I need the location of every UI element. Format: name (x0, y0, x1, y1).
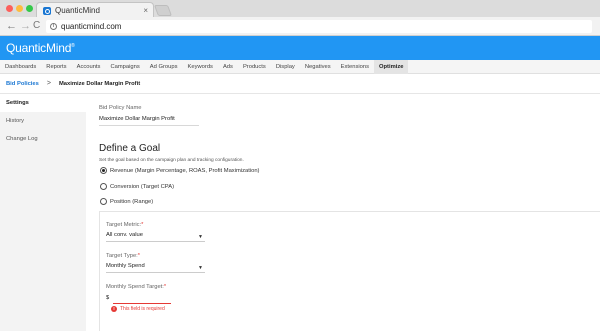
quanticmind-favicon-icon (43, 6, 51, 15)
nav-accounts[interactable]: Accounts (72, 60, 106, 74)
radio-unchecked-icon[interactable] (100, 183, 107, 190)
policy-form: Bid Policy Name Maximize Dollar Margin P… (86, 94, 600, 331)
error-icon: ! (111, 306, 117, 312)
required-asterisk: * (141, 222, 144, 228)
browser-tab[interactable]: QuanticMind × (36, 2, 154, 18)
monthly-spend-label: Monthly Spend Target:* (106, 284, 167, 290)
currency-prefix: $ (106, 295, 110, 301)
monthly-spend-input[interactable] (113, 303, 171, 304)
goal-option-revenue[interactable]: Revenue (Margin Percentage, ROAS, Profit… (100, 167, 260, 174)
sidebar-item-change-log[interactable]: Change Log (0, 130, 86, 148)
required-asterisk: * (163, 284, 167, 290)
nav-display[interactable]: Display (271, 60, 300, 74)
nav-products[interactable]: Products (238, 60, 271, 74)
url-text[interactable]: quanticmind.com (61, 22, 121, 31)
goal-option-conversion[interactable]: Conversion (Target CPA) (100, 183, 174, 190)
radio-unchecked-icon[interactable] (100, 198, 107, 205)
nav-ad-groups[interactable]: Ad Groups (145, 60, 183, 74)
goal-settings-panel: Target Metric:* All conv. value ▼ Target… (99, 211, 600, 331)
radio-checked-icon[interactable] (100, 167, 107, 174)
target-metric-label: Target Metric:* (106, 222, 144, 228)
define-goal-heading: Define a Goal (99, 143, 161, 154)
browser-titlebar: QuanticMind × (0, 0, 600, 18)
target-type-value: Monthly Spend (106, 263, 145, 269)
breadcrumb-current: Maximize Dollar Margin Profit (58, 80, 141, 87)
tab-close-icon[interactable]: × (143, 6, 148, 15)
nav-reports[interactable]: Reports (41, 60, 71, 74)
nav-dashboards[interactable]: Dashboards (0, 60, 41, 74)
policy-name-input[interactable]: Maximize Dollar Margin Profit (99, 116, 175, 122)
dropdown-arrow-icon: ▼ (198, 265, 203, 271)
sidebar-item-settings[interactable]: Settings (0, 94, 86, 112)
nav-campaigns[interactable]: Campaigns (105, 60, 144, 74)
forward-arrow-icon[interactable]: → (20, 20, 31, 32)
reload-icon[interactable]: C (33, 20, 40, 32)
logo-trademark: ® (71, 43, 75, 49)
sidebar-item-history[interactable]: History (0, 112, 86, 130)
policy-name-label: Bid Policy Name (99, 105, 142, 111)
breadcrumb-bid-policies-link[interactable]: Bid Policies (6, 81, 39, 87)
nav-keywords[interactable]: Keywords (182, 60, 217, 74)
main-nav: Dashboards Reports Accounts Campaigns Ad… (0, 60, 600, 74)
target-type-select[interactable]: Monthly Spend ▼ (106, 263, 205, 273)
nav-optimize[interactable]: Optimize (373, 60, 409, 74)
required-asterisk: * (137, 253, 141, 259)
goal-option-label: Conversion (Target CPA) (110, 183, 175, 190)
goal-option-label: Position (Range) (110, 198, 154, 205)
goal-option-position[interactable]: Position (Range) (100, 198, 153, 205)
policy-name-underline (99, 125, 199, 126)
goal-option-label: Revenue (Margin Percentage, ROAS, Profit… (110, 167, 260, 174)
monthly-spend-error: ! This field is required (111, 306, 165, 312)
breadcrumb-separator-icon: > (46, 80, 51, 87)
target-metric-value: All conv. value (106, 232, 143, 238)
quanticmind-logo[interactable]: QuanticMind® (6, 41, 75, 55)
define-goal-description: Set the goal based on the campaign plan … (99, 158, 244, 163)
close-window-icon[interactable] (6, 5, 13, 12)
address-bar[interactable]: i quanticmind.com (46, 20, 592, 33)
sidebar: Settings History Change Log (0, 94, 86, 331)
back-arrow-icon[interactable]: ← (6, 20, 17, 32)
logo-text: QuanticMind (6, 41, 72, 55)
maximize-window-icon[interactable] (26, 5, 33, 12)
error-message: This field is required (120, 306, 165, 312)
breadcrumb: Bid Policies > Maximize Dollar Margin Pr… (0, 74, 600, 94)
target-metric-select[interactable]: All conv. value ▼ (106, 232, 205, 242)
tab-title: QuanticMind (55, 6, 100, 15)
info-icon[interactable]: i (50, 23, 57, 30)
browser-toolbar: ← → C i quanticmind.com (0, 17, 600, 36)
nav-extensions[interactable]: Extensions (336, 60, 374, 74)
new-tab-button[interactable] (153, 5, 173, 16)
app-header: QuanticMind® (0, 36, 600, 60)
minimize-window-icon[interactable] (16, 5, 23, 12)
dropdown-arrow-icon: ▼ (198, 234, 203, 240)
nav-negatives[interactable]: Negatives (300, 60, 336, 74)
nav-ads[interactable]: Ads (218, 60, 238, 74)
target-type-label: Target Type:* (106, 253, 141, 259)
